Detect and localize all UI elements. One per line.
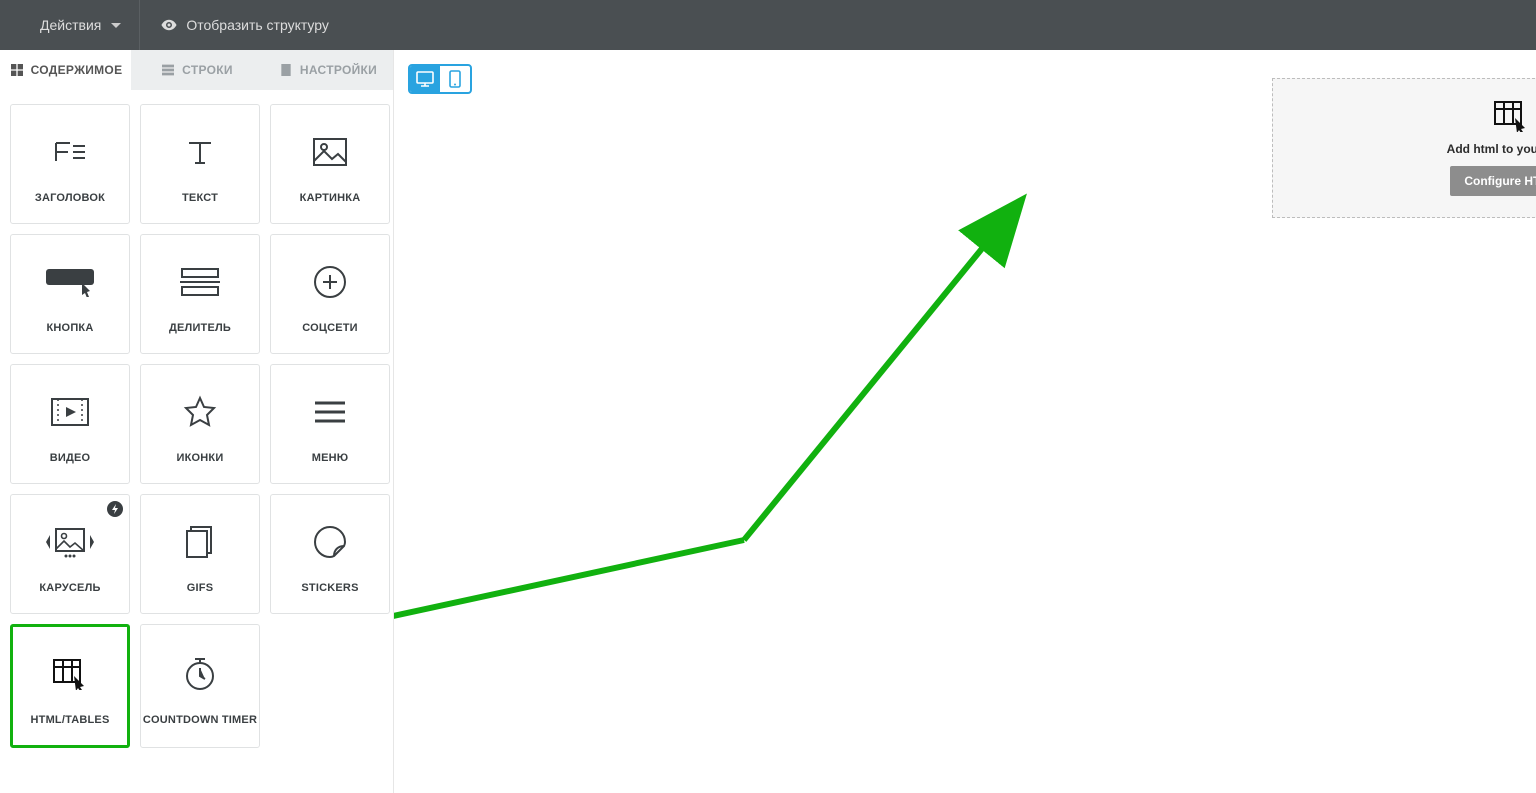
block-social[interactable]: СОЦСЕТИ <box>270 234 390 354</box>
block-button-label: КНОПКА <box>47 322 94 335</box>
sidebar: СОДЕРЖИМОЕ СТРОКИ НАСТРОЙКИ ЗАГОЛОВОК <box>0 50 394 793</box>
block-gifs-label: GIFS <box>187 582 213 595</box>
actions-label: Действия <box>40 17 101 33</box>
star-icon <box>183 384 217 440</box>
social-icon <box>313 254 347 310</box>
block-html-tables[interactable]: HTML/TABLES <box>10 624 130 748</box>
block-stickers[interactable]: STICKERS <box>270 494 390 614</box>
sidebar-tabs: СОДЕРЖИМОЕ СТРОКИ НАСТРОЙКИ <box>0 50 393 90</box>
bolt-badge-icon <box>107 501 123 517</box>
configure-html-button[interactable]: Configure HTML <box>1450 166 1536 196</box>
block-divider[interactable]: ДЕЛИТЕЛЬ <box>140 234 260 354</box>
html-block-hint: Add html to your letter <box>1447 142 1536 156</box>
tab-rows[interactable]: СТРОКИ <box>131 50 262 90</box>
block-divider-label: ДЕЛИТЕЛЬ <box>169 322 231 335</box>
eye-icon <box>160 16 178 34</box>
block-carousel-label: КАРУСЕЛЬ <box>39 582 100 595</box>
block-gifs[interactable]: GIFS <box>140 494 260 614</box>
block-heading-label: ЗАГОЛОВОК <box>35 192 105 205</box>
tab-rows-label: СТРОКИ <box>182 63 233 77</box>
countdown-icon <box>183 646 217 702</box>
menu-icon <box>313 384 347 440</box>
tab-settings[interactable]: НАСТРОЙКИ <box>262 50 393 90</box>
html-dropzone[interactable]: Add html to your letter Configure HTML <box>1272 78 1536 218</box>
block-video[interactable]: ВИДЕО <box>10 364 130 484</box>
carousel-icon <box>46 514 94 570</box>
canvas: Add html to your letter Configure HTML <box>394 50 1536 793</box>
chevron-down-icon <box>111 23 121 28</box>
show-structure-button[interactable]: Отобразить структуру <box>140 16 329 34</box>
button-icon <box>44 254 96 310</box>
actions-dropdown[interactable]: Действия <box>12 0 140 50</box>
toolbar: Действия Отобразить структуру <box>0 0 1536 50</box>
block-icons-label: ИКОНКИ <box>177 452 224 465</box>
block-image[interactable]: КАРТИНКА <box>270 104 390 224</box>
block-text-label: ТЕКСТ <box>182 192 218 205</box>
block-stickers-label: STICKERS <box>301 582 358 595</box>
block-menu-label: МЕНЮ <box>312 452 349 465</box>
heading-icon <box>50 124 90 180</box>
text-icon <box>183 124 217 180</box>
device-switch <box>408 64 472 94</box>
image-icon <box>312 124 348 180</box>
block-social-label: СОЦСЕТИ <box>302 322 358 335</box>
mobile-icon <box>449 70 461 88</box>
desktop-icon <box>416 71 434 87</box>
block-button[interactable]: КНОПКА <box>10 234 130 354</box>
block-html-tables-label: HTML/TABLES <box>31 714 110 727</box>
device-desktop-button[interactable] <box>410 66 440 92</box>
block-carousel[interactable]: КАРУСЕЛЬ <box>10 494 130 614</box>
video-icon <box>50 384 90 440</box>
tab-settings-label: НАСТРОЙКИ <box>300 63 377 77</box>
device-mobile-button[interactable] <box>440 66 470 92</box>
block-countdown[interactable]: COUNTDOWN TIMER <box>140 624 260 748</box>
grid-icon <box>9 62 25 78</box>
tab-content-label: СОДЕРЖИМОЕ <box>31 63 123 77</box>
block-heading[interactable]: ЗАГОЛОВОК <box>10 104 130 224</box>
html-tables-icon <box>52 646 88 702</box>
sticker-icon <box>313 514 347 570</box>
block-countdown-label: COUNTDOWN TIMER <box>143 714 257 727</box>
block-video-label: ВИДЕО <box>50 452 91 465</box>
tab-content[interactable]: СОДЕРЖИМОЕ <box>0 50 131 90</box>
html-tables-icon <box>1493 100 1529 132</box>
content-blocks-grid: ЗАГОЛОВОК ТЕКСТ КАРТИНКА КНОПКА <box>0 90 393 762</box>
block-icons[interactable]: ИКОНКИ <box>140 364 260 484</box>
block-text[interactable]: ТЕКСТ <box>140 104 260 224</box>
block-image-label: КАРТИНКА <box>300 192 361 205</box>
gifs-icon <box>184 514 216 570</box>
block-menu[interactable]: МЕНЮ <box>270 364 390 484</box>
show-structure-label: Отобразить структуру <box>186 17 329 33</box>
rows-icon <box>160 62 176 78</box>
divider-icon <box>178 254 222 310</box>
doc-icon <box>278 62 294 78</box>
